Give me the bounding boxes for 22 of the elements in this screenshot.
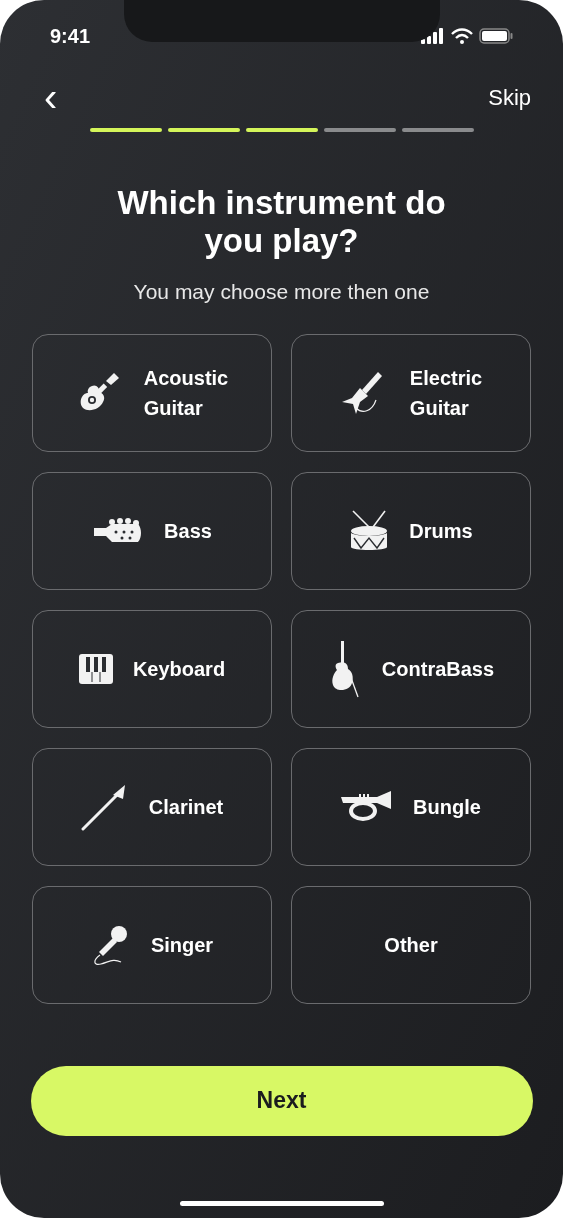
back-button[interactable]: ‹ bbox=[36, 77, 66, 117]
drum-icon bbox=[349, 508, 390, 553]
piano-keys-icon bbox=[78, 653, 113, 684]
instrument-option[interactable]: Bungle bbox=[291, 747, 531, 866]
instrument-option[interactable]: Singer bbox=[32, 885, 272, 1004]
bugle-icon bbox=[341, 790, 394, 823]
page-title: Which instrument do you play? bbox=[116, 184, 447, 260]
skip-button[interactable]: Skip bbox=[488, 80, 531, 114]
instrument-option[interactable]: Acoustic Guitar bbox=[32, 333, 272, 452]
instrument-option[interactable]: Drums bbox=[291, 471, 531, 590]
instrument-option[interactable]: Electric Guitar bbox=[291, 333, 531, 452]
next-button[interactable]: Next bbox=[30, 1065, 533, 1136]
status-time: 9:41 bbox=[50, 24, 91, 49]
battery-icon bbox=[479, 28, 513, 44]
wifi-icon bbox=[451, 28, 473, 44]
instrument-option[interactable]: Other bbox=[291, 885, 531, 1004]
page-subtitle: You may choose more then one bbox=[133, 279, 430, 305]
signal-icon bbox=[421, 28, 445, 44]
instrument-option[interactable]: ContraBass bbox=[291, 609, 531, 728]
instrument-option[interactable]: Keyboard bbox=[32, 609, 272, 728]
instrument-option[interactable]: Clarinet bbox=[32, 747, 272, 866]
instrument-option[interactable]: Bass bbox=[32, 471, 272, 590]
